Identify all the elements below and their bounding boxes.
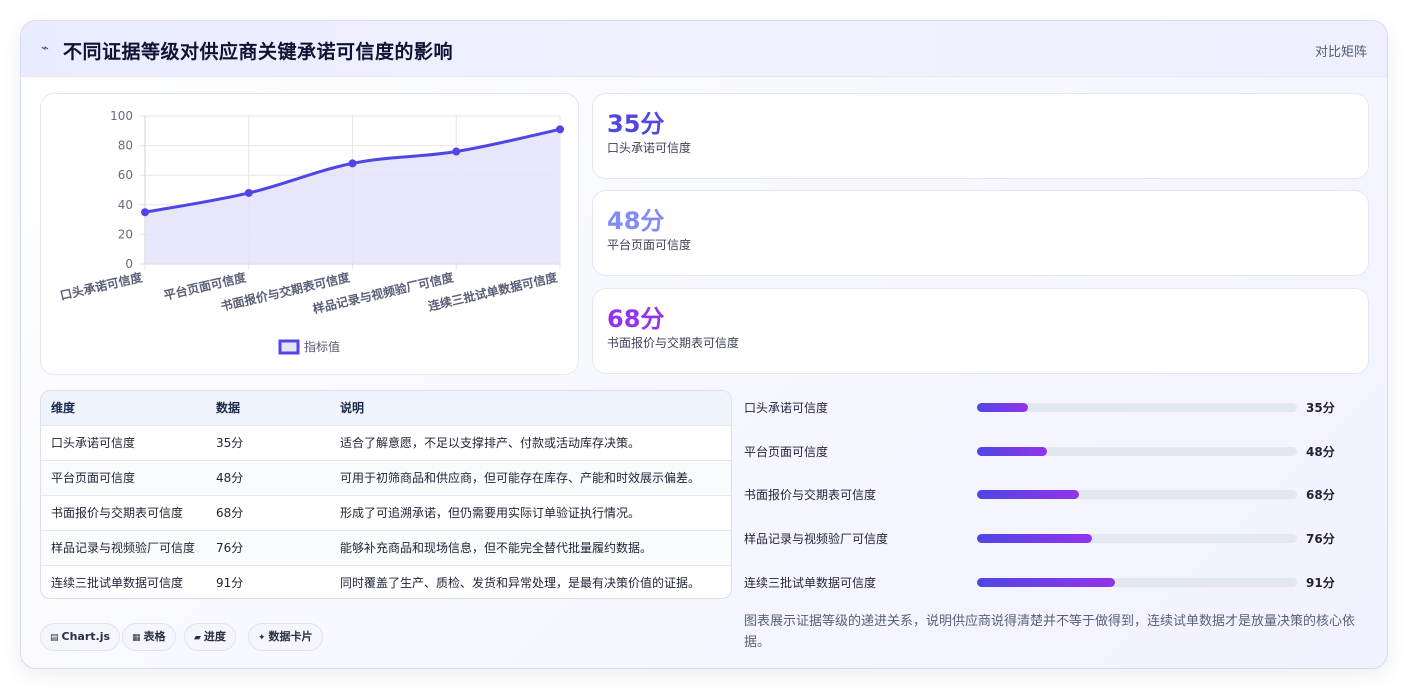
- data-point: [244, 188, 253, 197]
- progress-label: 平台页面可信度: [744, 445, 829, 459]
- tag-label: Chart.js: [61, 630, 111, 643]
- table-row: 连续三批试单数据可信度 91分 同时覆盖了生产、质检、发货和异常处理，是最有决策…: [41, 566, 731, 598]
- data-point: [556, 125, 564, 134]
- table-cell: 平台页面可信度: [51, 471, 136, 485]
- tag-label: 表格: [143, 630, 166, 643]
- y-tick-label: 80: [118, 139, 133, 153]
- x-tick-label: 口头承诺可信度: [58, 269, 144, 303]
- table-cell: 连续三批试单数据可信度: [51, 576, 184, 590]
- progress-track: [977, 490, 1297, 499]
- column-header: 数据: [216, 401, 241, 415]
- stat-label: 书面报价与交期表可信度: [607, 336, 740, 350]
- progress-icon: ▰: [194, 633, 201, 643]
- table-cell: 适合了解意愿，不足以支撑排产、付款或活动库存决策。: [340, 436, 641, 450]
- table-cell: 48分: [216, 471, 244, 485]
- table-cell: 形成了可追溯承诺，但仍需要用实际订单验证执行情况。: [340, 506, 641, 520]
- tag-label: 数据卡片: [268, 630, 313, 643]
- data-table: 维度 数据 说明 口头承诺可信度 35分 适合了解意愿，不足以支撑排产、付款或活…: [40, 390, 732, 599]
- table-header-row: 维度 数据 说明: [41, 391, 731, 426]
- y-tick-label: 60: [118, 168, 133, 182]
- tag-progress[interactable]: ▰ 进度: [184, 623, 236, 651]
- data-point: [141, 208, 149, 217]
- chart-note: 图表展示证据等级的递进关系，说明供应商说得清楚并不等于做得到，连续试单数据才是放…: [744, 614, 1356, 650]
- progress-track: [977, 447, 1297, 456]
- progress-fill: [977, 578, 1115, 587]
- table-cell: 可用于初筛商品和供应商，但可能存在库存、产能和时效展示偏差。: [340, 471, 701, 485]
- progress-fill: [977, 403, 1029, 412]
- table-cell: 样品记录与视频验厂可信度: [51, 541, 196, 555]
- matrix-tag: 对比矩阵: [1314, 45, 1367, 60]
- stat-value: 48分: [607, 207, 665, 235]
- stat-card-written: 68分 书面报价与交期表可信度: [592, 288, 1369, 374]
- table-cell: 35分: [216, 436, 244, 450]
- stat-card-platform: 48分 平台页面可信度: [592, 190, 1369, 276]
- table-cell: 书面报价与交期表可信度: [51, 506, 184, 520]
- table-cell: 口头承诺可信度: [51, 436, 136, 450]
- progress-track: [977, 403, 1297, 412]
- progress-row: 口头承诺可信度 35分: [744, 397, 1344, 417]
- progress-value: 76分: [1306, 532, 1335, 546]
- progress-label: 连续三批试单数据可信度: [744, 576, 877, 590]
- progress-row: 平台页面可信度 48分: [744, 441, 1344, 461]
- legend-swatch: [278, 339, 300, 355]
- progress-fill: [977, 534, 1093, 543]
- y-tick-label: 40: [118, 198, 133, 212]
- table-cell: 91分: [216, 576, 244, 590]
- progress-row: 样品记录与视频验厂可信度 76分: [744, 528, 1344, 548]
- table-cell: 能够补充商品和现场信息，但不能完全替代批量履约数据。: [340, 541, 653, 555]
- column-header: 说明: [340, 401, 365, 415]
- progress-label: 样品记录与视频验厂可信度: [744, 532, 889, 546]
- progress-value: 35分: [1306, 401, 1335, 415]
- table-row: 平台页面可信度 48分 可用于初筛商品和供应商，但可能存在库存、产能和时效展示偏…: [41, 461, 731, 496]
- tag-chartjs[interactable]: ▤ Chart.js: [40, 623, 121, 651]
- stat-label: 平台页面可信度: [607, 238, 692, 252]
- stat-card-verbal: 35分 口头承诺可信度: [592, 93, 1369, 179]
- tag-table[interactable]: ▦ 表格: [122, 623, 176, 651]
- table-row: 口头承诺可信度 35分 适合了解意愿，不足以支撑排产、付款或活动库存决策。: [41, 426, 731, 461]
- table-cell: 76分: [216, 541, 244, 555]
- stat-value: 68分: [607, 305, 665, 333]
- progress-fill: [977, 490, 1080, 499]
- progress-value: 48分: [1306, 445, 1335, 459]
- chart-icon: ▤: [50, 633, 59, 643]
- stat-label: 口头承诺可信度: [607, 141, 692, 155]
- line-chart: 020406080100口头承诺可信度 平台页面可信度书面报价与交期表可信度样品记…: [58, 109, 564, 355]
- table-icon: ▦: [132, 633, 141, 643]
- progress-value: 91分: [1306, 576, 1335, 590]
- card-icon: ✦: [258, 633, 266, 643]
- stat-value: 35分: [607, 110, 665, 138]
- line-chart-card: 0 20 40 60 80 100 口头承诺可信度 平台页面可信度 书面报价与交期表可信度 样品记…: [40, 93, 579, 375]
- progress-label: 书面报价与交期表可信度: [744, 488, 877, 502]
- table-cell: 68分: [216, 506, 244, 520]
- progress-fill: [977, 447, 1048, 456]
- progress-label: 口头承诺可信度: [744, 401, 829, 415]
- tag-label: 进度: [203, 630, 226, 643]
- progress-row: 连续三批试单数据可信度 91分: [744, 572, 1344, 592]
- trend-line-icon: ⌁: [41, 41, 49, 56]
- column-header: 维度: [51, 401, 76, 415]
- legend-label: 指标值: [304, 339, 340, 354]
- y-tick-label: 20: [118, 227, 133, 241]
- table-row: 书面报价与交期表可信度 68分 形成了可追溯承诺，但仍需要用实际订单验证执行情况…: [41, 496, 731, 531]
- y-tick-label: 0: [125, 257, 133, 271]
- data-point: [452, 147, 461, 156]
- comparison-panel: ⌁ 不同证据等级对供应商关键承诺可信度的影响 对比矩阵 0 20 40 60 80 100…: [20, 20, 1388, 669]
- tag-data-card[interactable]: ✦ 数据卡片: [248, 623, 323, 651]
- progress-track: [977, 534, 1297, 543]
- progress-row: 书面报价与交期表可信度 68分: [744, 484, 1344, 504]
- table-row: 样品记录与视频验厂可信度 76分 能够补充商品和现场信息，但不能完全替代批量履约…: [41, 531, 731, 566]
- progress-track: [977, 578, 1297, 587]
- y-tick-label: 100: [110, 109, 133, 123]
- progress-value: 68分: [1306, 488, 1335, 502]
- panel-title: 不同证据等级对供应商关键承诺可信度的影响: [63, 41, 454, 63]
- data-point: [348, 159, 357, 168]
- table-cell: 同时覆盖了生产、质检、发货和异常处理，是最有决策价值的证据。: [340, 576, 701, 590]
- panel-header: ⌁ 不同证据等级对供应商关键承诺可信度的影响 对比矩阵: [21, 21, 1387, 77]
